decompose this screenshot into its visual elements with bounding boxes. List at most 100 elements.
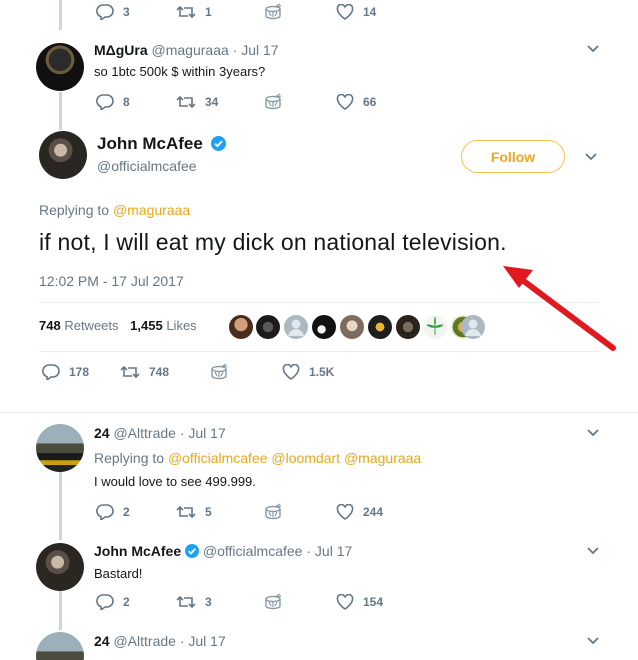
liker-avatar[interactable]: [396, 315, 420, 339]
main-author-name: John McAfee: [97, 134, 226, 154]
chevron-down-icon[interactable]: [586, 428, 600, 438]
retweet-action[interactable]: 34: [176, 93, 218, 111]
reply4-header: 24 @Alttrade · Jul 17: [94, 633, 226, 649]
follow-button[interactable]: Follow: [461, 140, 565, 173]
reply-action[interactable]: 178: [42, 363, 89, 381]
tweet-date[interactable]: · Jul 17: [233, 42, 279, 58]
reply-action[interactable]: 8: [96, 93, 130, 111]
thread-line-mid: [59, 92, 62, 130]
like-action[interactable]: 14: [336, 3, 376, 21]
top-tweet-actions: 3 1 14: [96, 3, 396, 21]
avatar[interactable]: [36, 632, 84, 660]
drum-icon: [265, 3, 282, 20]
display-name[interactable]: MΔgUra: [94, 42, 148, 58]
reply-count: 3: [123, 5, 130, 19]
divider: [0, 412, 638, 413]
retweet-action[interactable]: 1: [176, 3, 212, 21]
retweets-stat[interactable]: 748 Retweets: [39, 318, 119, 333]
drum-action[interactable]: [264, 3, 282, 21]
like-action[interactable]: 154: [336, 593, 383, 611]
reply-icon: [42, 364, 60, 380]
liker-avatar[interactable]: [312, 315, 336, 339]
annotation-arrow: [503, 266, 616, 351]
avatar[interactable]: [36, 43, 84, 91]
reply-count: 178: [69, 365, 90, 379]
liker-avatar[interactable]: [256, 315, 280, 339]
reply2-header: 24 @Alttrade · Jul 17: [94, 425, 226, 441]
handle[interactable]: @officialmcafee: [97, 158, 197, 174]
retweet-icon: [120, 365, 140, 379]
avatar[interactable]: [39, 131, 87, 179]
handle[interactable]: @officialmcafee: [203, 543, 303, 559]
handle[interactable]: @Alttrade: [113, 633, 175, 649]
likes-stat[interactable]: 1,455 Likes: [130, 318, 197, 333]
display-name[interactable]: 24: [94, 425, 110, 441]
reply-action[interactable]: 2: [96, 593, 130, 611]
tweet-text: I would love to see 499.999.: [94, 474, 256, 489]
display-name[interactable]: John McAfee: [97, 134, 203, 153]
retweet-count: 748: [39, 318, 61, 333]
chevron-down-icon[interactable]: [584, 152, 598, 162]
drum-icon: [211, 363, 228, 380]
reply-icon: [96, 504, 114, 520]
tweet-text: so 1btc 500k $ within 3years?: [94, 64, 266, 79]
drum-action[interactable]: [210, 363, 228, 381]
like-count: 154: [363, 595, 384, 609]
tweet-date[interactable]: · Jul 17: [180, 633, 226, 649]
liker-avatar[interactable]: [229, 315, 253, 339]
display-name[interactable]: 24: [94, 633, 110, 649]
retweet-icon: [176, 5, 196, 19]
retweet-count: 1: [205, 5, 212, 19]
retweet-count: 5: [205, 505, 212, 519]
reply-icon: [96, 4, 114, 20]
heart-icon: [282, 364, 300, 380]
retweet-action[interactable]: 5: [176, 503, 212, 521]
reply3-actions: 2 3 154: [96, 593, 396, 611]
retweet-icon: [176, 505, 196, 519]
liker-avatar[interactable]: [461, 315, 485, 339]
reply-action[interactable]: 2: [96, 503, 130, 521]
drum-action[interactable]: [264, 503, 282, 521]
liker-avatar[interactable]: [368, 315, 392, 339]
chevron-down-icon[interactable]: [586, 546, 600, 556]
chevron-down-icon[interactable]: [586, 636, 600, 646]
heart-icon: [336, 4, 354, 20]
drum-icon: [265, 93, 282, 110]
handle[interactable]: @Alttrade: [113, 425, 175, 441]
reply-count: 2: [123, 595, 130, 609]
verified-badge-icon: [185, 544, 200, 558]
avatar[interactable]: [36, 424, 84, 472]
tweet-date[interactable]: · Jul 17: [180, 425, 226, 441]
mention-link[interactable]: @maguraaa: [113, 202, 190, 218]
retweet-action[interactable]: 748: [120, 363, 169, 381]
like-count: 66: [363, 95, 377, 109]
default-user-icon: [288, 319, 304, 336]
replying-prefix: Replying to: [94, 450, 168, 466]
liker-avatar[interactable]: [284, 315, 308, 339]
like-action[interactable]: 244: [336, 503, 383, 521]
heart-icon: [336, 594, 354, 610]
main-actions: 178 748 1.5K: [42, 363, 372, 381]
reply-action[interactable]: 3: [96, 3, 130, 21]
cannabis-leaf-icon: [426, 316, 444, 335]
like-count: 14: [363, 5, 377, 19]
retweet-action[interactable]: 3: [176, 593, 212, 611]
drum-action[interactable]: [264, 593, 282, 611]
like-action[interactable]: 66: [336, 93, 376, 111]
display-name[interactable]: John McAfee: [94, 543, 181, 559]
retweet-count: 748: [149, 365, 170, 379]
tweet-timestamp[interactable]: 12:02 PM - 17 Jul 2017: [39, 273, 184, 289]
retweet-icon: [176, 95, 196, 109]
tweet-date[interactable]: · Jul 17: [306, 543, 352, 559]
like-action[interactable]: 1.5K: [282, 363, 334, 381]
avatar[interactable]: [36, 543, 84, 591]
handle[interactable]: @maguraaa: [152, 42, 229, 58]
liker-avatar[interactable]: [340, 315, 364, 339]
drum-action[interactable]: [264, 93, 282, 111]
retweet-count: 3: [205, 595, 212, 609]
mention-link[interactable]: @officialmcafee @loomdart @maguraaa: [168, 450, 421, 466]
liker-avatar[interactable]: [423, 315, 447, 339]
chevron-down-icon[interactable]: [586, 44, 600, 54]
like-count: 1.5K: [309, 365, 335, 379]
reply-count: 2: [123, 505, 130, 519]
